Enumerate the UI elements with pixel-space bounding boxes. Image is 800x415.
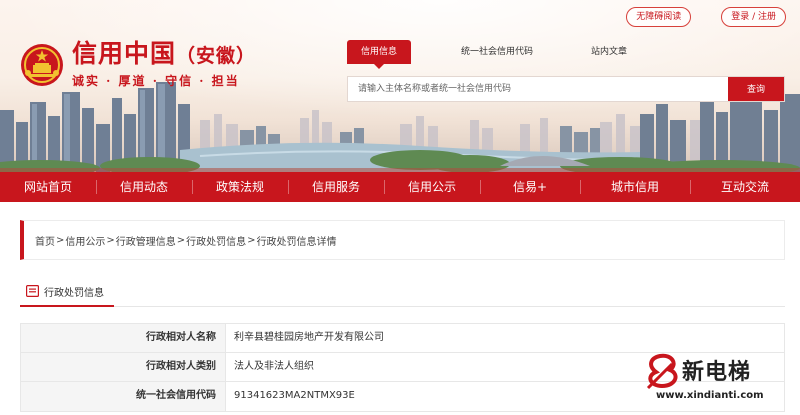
top-links: 无障碍阅读 登录 / 注册 xyxy=(626,7,786,27)
main-nav: 网站首页 信用动态 政策法规 信用服务 信用公示 信易+ 城市信用 互动交流 xyxy=(0,172,800,202)
national-emblem-icon xyxy=(21,43,63,86)
breadcrumb-penalty-info[interactable]: 行政处罚信息 xyxy=(186,233,246,248)
watermark-logo-icon xyxy=(646,353,678,390)
site-title: 信用中国（安徽） xyxy=(72,40,256,70)
nav-item-home[interactable]: 网站首页 xyxy=(0,172,96,202)
login-register-button[interactable]: 登录 / 注册 xyxy=(721,7,786,27)
search-tab-credit-info[interactable]: 信用信息 xyxy=(347,40,412,69)
search-box: 查询 xyxy=(347,76,785,102)
header-banner: 信用中国（安徽） 诚实 · 厚道 · 守信 · 担当 无障碍阅读 登录 / 注册… xyxy=(0,0,800,172)
breadcrumb-credit-public[interactable]: 信用公示 xyxy=(65,233,105,248)
accessibility-button[interactable]: 无障碍阅读 xyxy=(626,7,692,27)
site-title-region: （安徽） xyxy=(176,45,257,67)
search-tab-site-articles[interactable]: 站内文章 xyxy=(577,40,641,64)
watermark-url: www.xindianti.com xyxy=(656,390,764,401)
search-tabs: 信用信息 统一社会信用代码 站内文章 xyxy=(347,40,671,69)
search-input[interactable] xyxy=(348,77,728,101)
field-label-credit-code: 统一社会信用代码 xyxy=(21,382,226,411)
tab-penalty-info-label: 行政处罚信息 xyxy=(44,287,104,299)
site-slogan: 诚实 · 厚道 · 守信 · 担当 xyxy=(72,74,240,88)
nav-item-city-credit[interactable]: 城市信用 xyxy=(580,172,690,202)
watermark: 新电梯 www.xindianti.com xyxy=(642,350,792,410)
field-label-entity-type: 行政相对人类别 xyxy=(21,353,226,381)
field-value-entity-name: 利辛县碧桂园房地产开发有限公司 xyxy=(234,332,384,343)
watermark-text: 新电梯 xyxy=(682,360,752,385)
nav-item-credit-public[interactable]: 信用公示 xyxy=(384,172,480,202)
site-logo[interactable]: 信用中国（安徽） 诚实 · 厚道 · 守信 · 担当 xyxy=(20,40,256,89)
breadcrumb-separator: > xyxy=(106,234,115,246)
nav-item-credit-news[interactable]: 信用动态 xyxy=(96,172,192,202)
nav-item-credit-services[interactable]: 信用服务 xyxy=(288,172,384,202)
site-title-main: 信用中国 xyxy=(72,39,177,68)
breadcrumb-home[interactable]: 首页 xyxy=(35,233,55,248)
section-tabs: 行政处罚信息 xyxy=(20,277,785,307)
table-row: 行政相对人名称 利辛县碧桂园房地产开发有限公司 xyxy=(21,324,784,353)
breadcrumb: 首页 > 信用公示 > 行政管理信息 > 行政处罚信息 > 行政处罚信息详情 xyxy=(20,220,785,260)
search-button[interactable]: 查询 xyxy=(728,77,784,101)
field-label-entity-name: 行政相对人名称 xyxy=(21,324,226,352)
nav-item-policies[interactable]: 政策法规 xyxy=(192,172,288,202)
document-icon xyxy=(26,285,39,297)
breadcrumb-separator: > xyxy=(247,234,256,246)
nav-item-xinyi-plus[interactable]: 信易+ xyxy=(480,172,580,202)
breadcrumb-penalty-detail: 行政处罚信息详情 xyxy=(256,236,337,248)
search-tab-credit-code[interactable]: 统一社会信用代码 xyxy=(447,40,547,64)
nav-item-interaction[interactable]: 互动交流 xyxy=(690,172,800,202)
breadcrumb-admin-info[interactable]: 行政管理信息 xyxy=(116,233,176,248)
breadcrumb-separator: > xyxy=(176,234,186,246)
tab-penalty-info[interactable]: 行政处罚信息 xyxy=(20,277,114,307)
breadcrumb-separator: > xyxy=(56,234,65,246)
